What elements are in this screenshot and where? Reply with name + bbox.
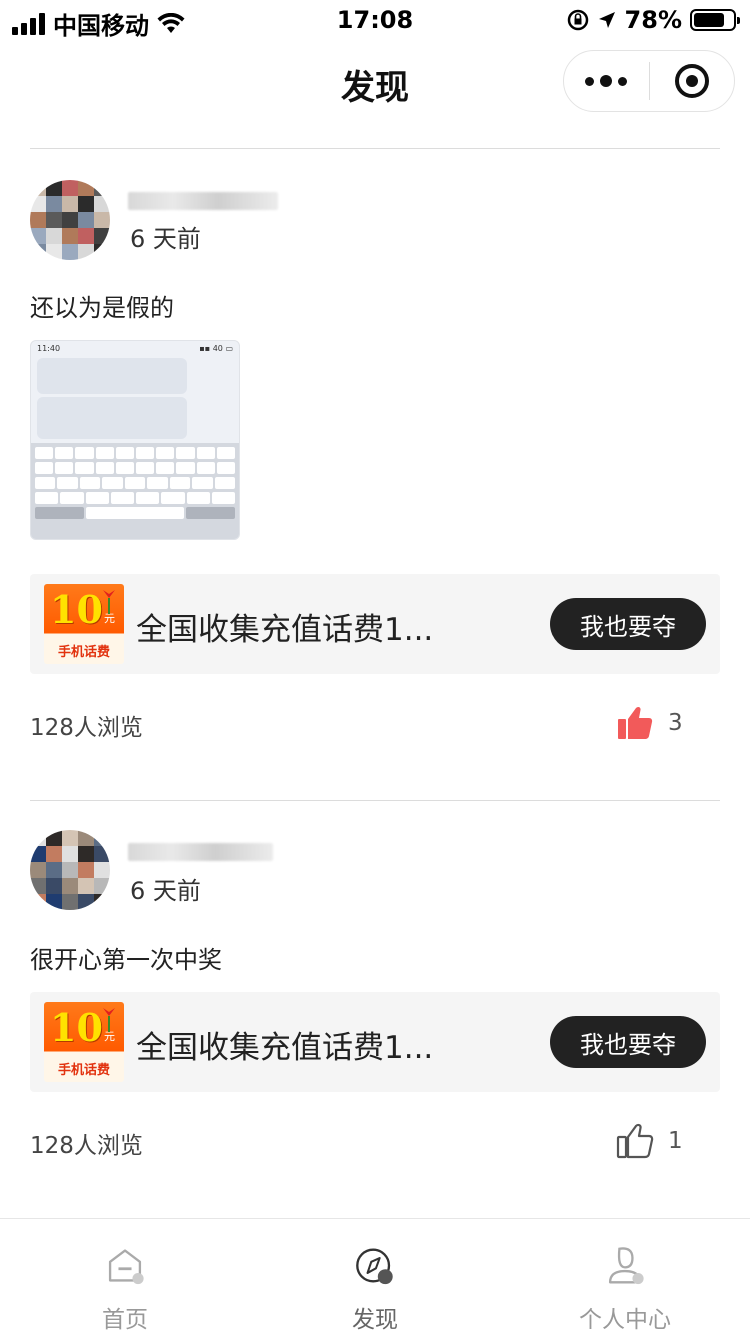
tab-home[interactable]: 首页 xyxy=(0,1219,250,1334)
close-mini-program-button[interactable] xyxy=(650,51,735,111)
like-count: 3 xyxy=(668,710,683,736)
prize-thumbnail: 10 元 手机话费 xyxy=(44,1002,124,1082)
post-time: 6 天前 xyxy=(130,877,201,905)
post-text: 很开心第一次中奖 xyxy=(30,946,222,974)
status-bar: 中国移动 17:08 78% xyxy=(0,0,750,40)
orientation-lock-icon xyxy=(567,9,588,31)
divider xyxy=(30,800,720,801)
mini-program-capsule xyxy=(563,50,735,112)
tab-label: 首页 xyxy=(102,1307,148,1333)
flower-icon xyxy=(103,1008,115,1032)
more-icon[interactable] xyxy=(564,51,649,111)
tab-bar: 首页 发现 个人中心 xyxy=(0,1218,750,1334)
battery-icon xyxy=(690,9,740,31)
prize-card[interactable]: 10 元 手机话费 全国收集充值话费1... 我也要夺 xyxy=(30,574,720,674)
divider xyxy=(30,148,720,149)
avatar[interactable] xyxy=(30,830,110,910)
compass-icon xyxy=(356,1248,393,1285)
prize-title: 全国收集充值话费1... xyxy=(136,1030,434,1066)
thumbs-up-outline-icon xyxy=(616,1123,654,1159)
home-icon xyxy=(108,1249,144,1285)
thumbs-up-filled-icon xyxy=(618,706,653,739)
discover-screen: 中国移动 17:08 78% 发现 6 天前 还以为是假的 11:40 ▪▪ 4… xyxy=(0,0,750,1334)
location-icon xyxy=(598,12,615,28)
flower-icon xyxy=(103,590,115,614)
username-blurred xyxy=(128,192,278,210)
like-button[interactable]: 3 xyxy=(616,704,683,742)
tab-label: 发现 xyxy=(352,1307,398,1333)
prize-card[interactable]: 10 元 手机话费 全国收集充值话费1... 我也要夺 xyxy=(30,992,720,1092)
prize-thumbnail: 10 元 手机话费 xyxy=(44,584,124,664)
post-text: 还以为是假的 xyxy=(30,294,174,322)
tab-label: 个人中心 xyxy=(579,1307,671,1333)
view-count: 128人浏览 xyxy=(30,715,143,741)
post-image[interactable]: 11:40 ▪▪ 40 ▭ xyxy=(30,340,240,540)
post-time: 6 天前 xyxy=(130,225,201,253)
grab-button[interactable]: 我也要夺 xyxy=(550,1016,706,1068)
like-button[interactable]: 1 xyxy=(616,1122,683,1160)
username-blurred xyxy=(128,843,273,861)
target-icon xyxy=(674,64,709,98)
avatar[interactable] xyxy=(30,180,110,260)
view-count: 128人浏览 xyxy=(30,1133,143,1159)
grab-button[interactable]: 我也要夺 xyxy=(550,598,706,650)
like-count: 1 xyxy=(668,1128,683,1154)
tab-profile[interactable]: 个人中心 xyxy=(500,1219,750,1334)
tab-discover[interactable]: 发现 xyxy=(250,1219,500,1334)
battery-percent: 78% xyxy=(624,6,682,34)
user-icon xyxy=(608,1247,644,1285)
nav-bar: 发现 xyxy=(0,40,750,130)
prize-title: 全国收集充值话费1... xyxy=(136,612,434,648)
